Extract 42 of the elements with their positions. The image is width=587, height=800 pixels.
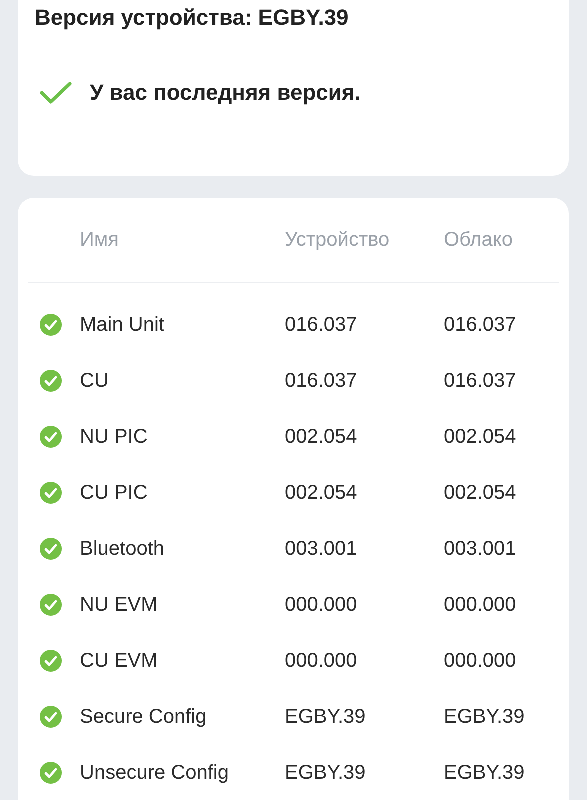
- table-cell-text: 003.001: [444, 537, 516, 562]
- table-cell-text: Unsecure Config: [80, 761, 230, 786]
- check-circle-icon: [40, 426, 62, 448]
- table-cell-text: Main Unit: [80, 313, 166, 338]
- check-circle-icon: [40, 762, 62, 784]
- table-cell-text: 000.000: [285, 593, 358, 618]
- table-cell-text: EGBY.39: [444, 761, 525, 786]
- checkmark-icon: [40, 80, 72, 104]
- check-circle-icon: [40, 370, 62, 392]
- table-cell-text: 002.054: [444, 481, 516, 506]
- table-cell-text: 000.000: [285, 649, 358, 674]
- table-cell-text: 016.037: [285, 369, 358, 394]
- table-cell-text: 002.054: [285, 481, 358, 506]
- table-cell-text: 016.037: [444, 313, 516, 338]
- check-circle-icon: [40, 314, 62, 336]
- check-circle-icon: [40, 482, 62, 504]
- check-circle-icon: [40, 538, 62, 560]
- table-cell-text: EGBY.39: [444, 705, 525, 730]
- check-circle-icon: [40, 706, 62, 728]
- check-circle-icon: [40, 650, 62, 672]
- table-cell-text: 016.037: [285, 313, 358, 338]
- table-cell-text: CU: [80, 369, 110, 394]
- table-cell-text: Secure Config: [80, 705, 208, 730]
- table-cell-text: CU EVM: [80, 649, 159, 674]
- column-header: Устройство: [285, 228, 391, 253]
- column-header: Облако: [444, 228, 514, 253]
- table-cell-text: 000.000: [444, 593, 516, 618]
- table-cell-text: NU PIC: [80, 425, 149, 450]
- table-cell-text: 000.000: [444, 649, 516, 674]
- check-circle-icon: [40, 594, 62, 616]
- column-header: Имя: [80, 228, 120, 253]
- table-cell-text: 002.054: [444, 425, 516, 450]
- table-cell-text: 016.037: [444, 369, 516, 394]
- table-cell-text: 002.054: [285, 425, 358, 450]
- table-cell-text: EGBY.39: [285, 761, 367, 786]
- version-title: Версия устройства: EGBY.39: [35, 4, 350, 32]
- status-text: У вас последняя версия.: [90, 79, 361, 107]
- table-cell-text: NU EVM: [80, 593, 159, 618]
- table-cell-text: Bluetooth: [80, 537, 166, 562]
- table-cell-text: EGBY.39: [285, 705, 367, 730]
- table-cell-text: 003.001: [285, 537, 358, 562]
- table-cell-text: CU PIC: [80, 481, 149, 506]
